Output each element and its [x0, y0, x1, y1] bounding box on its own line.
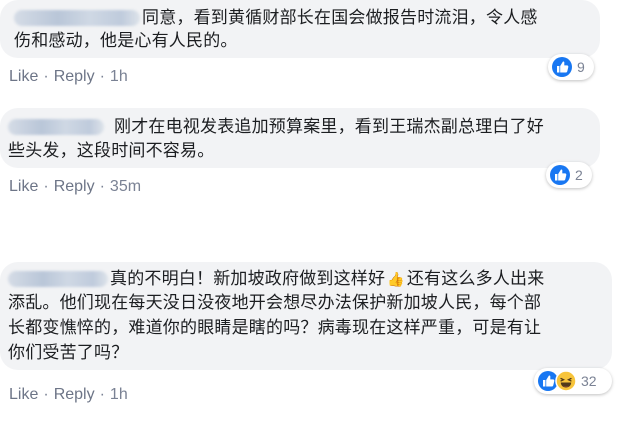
redacted-author-name — [8, 119, 104, 135]
reaction-count: 9 — [577, 59, 585, 75]
separator-dot: · — [99, 178, 105, 195]
haha-icon — [555, 370, 577, 392]
reaction-count: 32 — [581, 373, 597, 389]
separator-dot: · — [43, 386, 49, 403]
comment-text-line: 添乱。他们现在每天没日没夜地开会想尽办法保护新加坡人民，每个部 — [8, 293, 542, 313]
reaction-summary[interactable]: 2 — [546, 162, 592, 188]
comment-actions: Like · Reply · 1h — [9, 386, 128, 404]
like-link[interactable]: Like — [9, 68, 38, 85]
like-icon — [551, 56, 573, 78]
comment-text-line: 伤和感动，他是心有人民的。 — [14, 31, 238, 51]
reaction-count: 2 — [575, 167, 583, 183]
comment-text-line: 长都变憔悴的，难道你的眼睛是瞎的吗？病毒现在这样严重，可是有让 — [8, 318, 542, 338]
comment-actions: Like · Reply · 35m — [9, 178, 141, 196]
reply-link[interactable]: Reply — [54, 178, 95, 195]
separator-dot: · — [99, 386, 105, 403]
comment-timestamp[interactable]: 1h — [110, 386, 128, 403]
comment-timestamp[interactable]: 35m — [110, 178, 141, 195]
comment-timestamp[interactable]: 1h — [110, 68, 128, 85]
comment-text-line: 同意，看到黄循财部长在国会做报告时流泪，令人感 — [142, 8, 538, 28]
comment-text-line: 些头发，这段时间不容易。 — [8, 141, 215, 161]
redacted-author-name — [14, 10, 140, 26]
reaction-summary[interactable]: 9 — [548, 54, 594, 80]
like-link[interactable]: Like — [9, 386, 38, 403]
comment-thread: 同意，看到黄循财部长在国会做报告时流泪，令人感 伤和感动，他是心有人民的。 9 … — [0, 0, 640, 422]
comment-bubble-3: 真的不明白！新加坡政府做到这样好 👍 还有这么多人出来 添乱。他们现在每天没日没夜地… — [0, 262, 612, 370]
separator-dot: · — [43, 68, 49, 85]
comment-text-line: 刚才在电视发表追加预算案里，看到王瑞杰副总理白了好 — [114, 117, 544, 137]
comment-bubble-2: 刚才在电视发表追加预算案里，看到王瑞杰副总理白了好 些头发，这段时间不容易。 — [0, 108, 600, 168]
comment-text-line: 真的不明白！新加坡政府做到这样好 — [110, 269, 386, 289]
like-icon — [549, 164, 571, 186]
comment-bubble-1: 同意，看到黄循财部长在国会做报告时流泪，令人感 伤和感动，他是心有人民的。 — [0, 0, 600, 58]
like-link[interactable]: Like — [9, 178, 38, 195]
redacted-author-name — [8, 271, 108, 287]
reaction-summary[interactable]: 32 — [534, 368, 612, 394]
comment-actions: Like · Reply · 1h — [9, 68, 128, 86]
reply-link[interactable]: Reply — [54, 386, 95, 403]
separator-dot: · — [43, 178, 49, 195]
reply-link[interactable]: Reply — [54, 68, 95, 85]
comment-text-line: 还有这么多人出来 — [406, 269, 545, 289]
comment-text-line: 你们受苦了吗？ — [8, 343, 129, 363]
separator-dot: · — [99, 68, 105, 85]
thumbs-up-emoji-icon: 👍 — [387, 272, 405, 288]
